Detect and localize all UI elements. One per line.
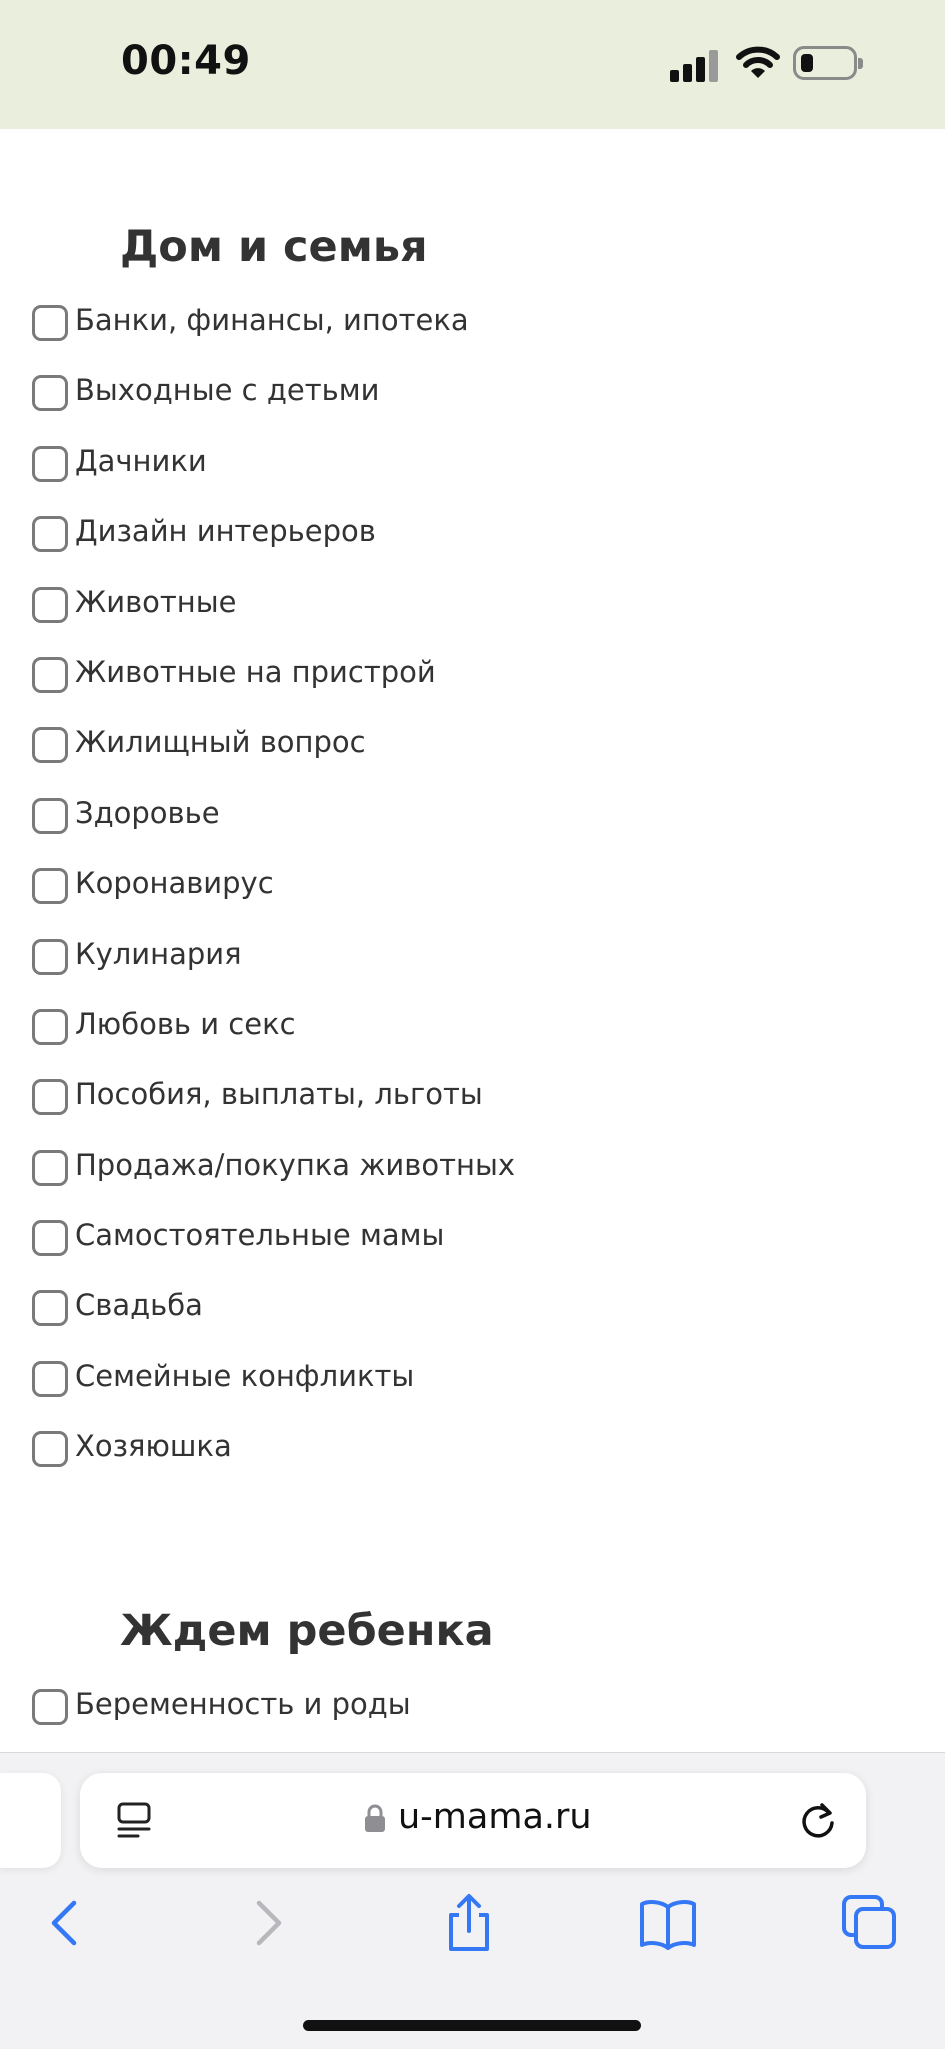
category-checkbox[interactable] — [32, 868, 68, 905]
previous-tab-preview[interactable] — [0, 1773, 61, 1868]
address-bar[interactable]: u-mama.ru — [80, 1773, 866, 1868]
category-item[interactable]: Пособия, выплаты, льготы — [32, 1074, 515, 1144]
category-label[interactable]: Животные — [75, 582, 237, 622]
category-label[interactable]: Банки, финансы, ипотека — [75, 300, 469, 340]
category-item[interactable]: Выходные с детьми — [32, 370, 515, 440]
category-checkbox[interactable] — [32, 1149, 68, 1186]
url-text: u-mama.ru — [398, 1797, 592, 1837]
section-title-home-family: Дом и семья — [120, 222, 428, 272]
category-label[interactable]: Кулинария — [75, 934, 242, 974]
category-checkbox[interactable] — [32, 516, 68, 553]
category-label[interactable]: Коронавирус — [75, 863, 274, 903]
category-item[interactable]: Здоровье — [32, 793, 515, 863]
wifi-icon — [736, 46, 780, 78]
category-item[interactable]: Продажа/покупка животных — [32, 1145, 515, 1215]
category-checkbox[interactable] — [32, 586, 68, 623]
category-item[interactable]: Семейные конфликты — [32, 1356, 515, 1426]
home-indicator — [303, 2020, 641, 2031]
category-label[interactable]: Пособия, выплаты, льготы — [75, 1074, 483, 1114]
category-label[interactable]: Свадьба — [75, 1285, 203, 1325]
category-item[interactable]: Свадьба — [32, 1285, 515, 1355]
category-label[interactable]: Любовь и секс — [75, 1004, 296, 1044]
category-list-expecting-baby: Беременность и роды — [32, 1684, 411, 1754]
section-title-expecting-baby: Ждем ребенка — [120, 1606, 494, 1656]
tabs-icon[interactable] — [840, 1893, 900, 1953]
category-item[interactable]: Самостоятельные мамы — [32, 1215, 515, 1285]
category-item[interactable]: Кулинария — [32, 934, 515, 1004]
category-label[interactable]: Дачники — [75, 441, 207, 481]
category-checkbox[interactable] — [32, 1079, 68, 1116]
category-label[interactable]: Дизайн интерьеров — [75, 511, 376, 551]
page-menu-icon[interactable] — [116, 1801, 152, 1839]
category-label[interactable]: Выходные с детьми — [75, 370, 379, 410]
lock-icon — [365, 1804, 385, 1832]
category-checkbox[interactable] — [32, 797, 68, 834]
category-checkbox[interactable] — [32, 938, 68, 975]
category-checkbox[interactable] — [32, 445, 68, 482]
category-checkbox[interactable] — [32, 1220, 68, 1257]
category-checkbox[interactable] — [32, 727, 68, 764]
category-checkbox[interactable] — [32, 1431, 68, 1468]
category-label[interactable]: Беременность и роды — [75, 1684, 411, 1724]
category-checkbox[interactable] — [32, 656, 68, 693]
category-label[interactable]: Животные на пристрой — [75, 652, 436, 692]
bookmarks-icon[interactable] — [638, 1893, 698, 1953]
category-checkbox[interactable] — [32, 305, 68, 341]
browser-bottom-bar: u-mama.ru — [0, 1752, 945, 2049]
category-checkbox[interactable] — [32, 1008, 68, 1045]
category-item[interactable]: Животные — [32, 582, 515, 652]
status-bar: 00:49 — [0, 0, 945, 129]
category-label[interactable]: Семейные конфликты — [75, 1356, 414, 1396]
category-checkbox[interactable] — [32, 1689, 68, 1725]
category-item[interactable]: Хозяюшка — [32, 1426, 515, 1496]
category-label[interactable]: Хозяюшка — [75, 1426, 232, 1466]
category-label[interactable]: Продажа/покупка животных — [75, 1145, 515, 1185]
category-item[interactable]: Дизайн интерьеров — [32, 511, 515, 581]
category-checkbox[interactable] — [32, 1290, 68, 1327]
category-item[interactable]: Любовь и секс — [32, 1004, 515, 1074]
category-item[interactable]: Жилищный вопрос — [32, 722, 515, 792]
category-item[interactable]: Дачники — [32, 441, 515, 511]
category-checkbox[interactable] — [32, 1360, 68, 1397]
category-label[interactable]: Жилищный вопрос — [75, 722, 366, 762]
category-checkbox[interactable] — [32, 375, 68, 412]
category-label[interactable]: Здоровье — [75, 793, 220, 833]
share-icon[interactable] — [439, 1893, 499, 1953]
forward-icon[interactable] — [239, 1893, 299, 1953]
category-item[interactable]: Беременность и роды — [32, 1684, 411, 1754]
category-item[interactable]: Коронавирус — [32, 863, 515, 933]
cellular-signal-icon — [670, 48, 718, 82]
reload-icon[interactable] — [798, 1801, 838, 1841]
battery-icon — [793, 46, 863, 80]
category-item[interactable]: Животные на пристрой — [32, 652, 515, 722]
status-time: 00:49 — [121, 38, 251, 84]
category-item[interactable]: Банки, финансы, ипотека — [32, 300, 515, 370]
category-list-home-family: Банки, финансы, ипотека Выходные с детьми… — [32, 300, 515, 1497]
back-icon[interactable] — [34, 1893, 94, 1953]
category-label[interactable]: Самостоятельные мамы — [75, 1215, 444, 1255]
